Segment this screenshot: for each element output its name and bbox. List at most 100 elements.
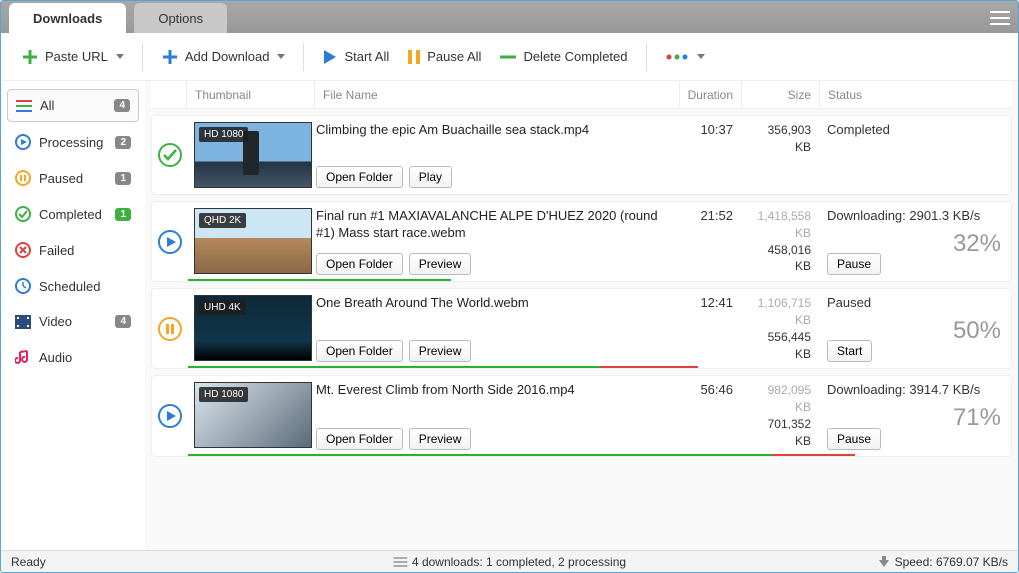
minus-icon: [499, 53, 517, 61]
status-right: Speed: 6769.07 KB/s: [895, 555, 1008, 569]
progress-bar: [188, 366, 1011, 368]
pause-icon: [407, 49, 421, 65]
more-icon: [665, 52, 689, 62]
chevron-down-icon[interactable]: [697, 54, 705, 59]
download-row[interactable]: UHD 4K One Breath Around The World.webm Op…: [151, 288, 1012, 369]
pause-all-label: Pause All: [427, 49, 481, 64]
sidebar-item-label: Video: [39, 314, 72, 329]
start-all-button[interactable]: Start All: [316, 45, 395, 69]
plus-icon: [21, 48, 39, 66]
progress-bar: [188, 454, 1011, 456]
delete-completed-label: Delete Completed: [523, 49, 627, 64]
thumbnail[interactable]: UHD 4K: [194, 295, 312, 361]
quality-badge: UHD 4K: [199, 300, 246, 315]
start-button[interactable]: Start: [827, 340, 872, 362]
column-headers: Thumbnail File Name Duration Size Status: [151, 81, 1012, 109]
chevron-down-icon[interactable]: [116, 54, 124, 59]
download-arrow-icon: [878, 556, 890, 568]
state-icon: [152, 289, 188, 368]
start-all-label: Start All: [344, 49, 389, 64]
header-status[interactable]: Status: [820, 81, 1012, 108]
sidebar-item-processing[interactable]: Processing 2: [7, 126, 139, 158]
download-row[interactable]: QHD 2KFinal run #1 MAXIAVALANCHE ALPE D'…: [151, 201, 1012, 282]
sidebar-item-label: Audio: [39, 350, 72, 365]
size: 1,106,715 KB556,445 KB: [741, 289, 819, 368]
header-duration[interactable]: Duration: [680, 81, 742, 108]
header-size[interactable]: Size: [742, 81, 820, 108]
status: Paused50%Start: [819, 289, 1011, 368]
menu-icon[interactable]: [990, 7, 1010, 29]
preview-button[interactable]: Preview: [409, 428, 472, 450]
plus-icon: [161, 48, 179, 66]
sidebar-item-video[interactable]: Video 4: [7, 306, 139, 337]
pause-button[interactable]: Pause: [827, 253, 881, 275]
status-bar: Ready 4 downloads: 1 completed, 2 proces…: [1, 550, 1018, 572]
chevron-down-icon[interactable]: [277, 54, 285, 59]
sidebar-item-label: All: [40, 98, 54, 113]
filename: One Breath Around The World.webm: [316, 295, 671, 312]
state-icon: [152, 116, 188, 194]
failed-icon: [15, 242, 31, 258]
sidebar-item-label: Failed: [39, 243, 74, 258]
duration: 10:37: [679, 116, 741, 194]
percent: 32%: [953, 230, 1001, 258]
quality-badge: QHD 2K: [199, 213, 246, 228]
thumbnail[interactable]: HD 1080: [194, 382, 312, 448]
more-actions-button[interactable]: [659, 48, 711, 66]
status: Downloading: 3914.7 KB/s 71% Pause: [819, 376, 1011, 455]
audio-icon: [15, 349, 31, 365]
pause-button[interactable]: Pause: [827, 428, 881, 450]
sidebar-item-paused[interactable]: Paused1: [7, 162, 139, 194]
delete-completed-button[interactable]: Delete Completed: [493, 45, 633, 68]
badge: 4: [115, 315, 131, 328]
download-row[interactable]: HD 1080Climbing the epic Am Buachaille s…: [151, 115, 1012, 195]
play-button[interactable]: Play: [409, 166, 452, 188]
open-folder-button[interactable]: Open Folder: [316, 253, 403, 275]
list-icon: [393, 556, 407, 568]
status-text: Downloading: 2901.3 KB/s: [827, 208, 1003, 223]
tab-downloads[interactable]: Downloads: [9, 3, 126, 33]
sidebar-item-label: Completed: [39, 207, 102, 222]
toolbar: Paste URL Add Download Start All Pause A…: [1, 33, 1018, 81]
scheduled-icon: [15, 278, 31, 294]
sidebar-item-scheduled[interactable]: Scheduled: [7, 270, 139, 302]
preview-button[interactable]: Preview: [409, 340, 472, 362]
pause-all-button[interactable]: Pause All: [401, 45, 487, 69]
video-icon: [15, 315, 31, 329]
download-list: Thumbnail File Name Duration Size Status…: [145, 81, 1018, 550]
sidebar-item-failed[interactable]: Failed: [7, 234, 139, 266]
duration: 56:46: [679, 376, 741, 455]
paste-url-label: Paste URL: [45, 49, 108, 64]
state-icon: [152, 202, 188, 281]
header-filename[interactable]: File Name: [315, 81, 680, 108]
add-download-button[interactable]: Add Download: [155, 44, 292, 70]
thumbnail[interactable]: QHD 2K: [194, 208, 312, 274]
open-folder-button[interactable]: Open Folder: [316, 166, 403, 188]
header-thumbnail[interactable]: Thumbnail: [187, 81, 315, 108]
status-mid: 4 downloads: 1 completed, 2 processing: [412, 555, 626, 569]
paste-url-button[interactable]: Paste URL: [15, 44, 130, 70]
open-folder-button[interactable]: Open Folder: [316, 340, 403, 362]
tabs-bar: Downloads Options: [1, 1, 1018, 33]
percent: 50%: [953, 317, 1001, 345]
sidebar-item-all[interactable]: All4: [7, 89, 139, 122]
status: Completed: [819, 116, 1011, 194]
sidebar-item-audio[interactable]: Audio: [7, 341, 139, 373]
sidebar-item-label: Processing: [39, 135, 103, 150]
tab-options[interactable]: Options: [134, 3, 227, 33]
status-text: Downloading: 3914.7 KB/s: [827, 382, 1003, 397]
sidebar-item-label: Paused: [39, 171, 83, 186]
quality-badge: HD 1080: [199, 127, 248, 142]
badge: 2: [115, 136, 131, 149]
sidebar-item-completed[interactable]: Completed 1: [7, 198, 139, 230]
badge: 1: [115, 208, 131, 221]
add-download-label: Add Download: [185, 49, 270, 64]
status: Downloading: 2901.3 KB/s 32% Pause: [819, 202, 1011, 281]
open-folder-button[interactable]: Open Folder: [316, 428, 403, 450]
play-icon: [322, 49, 338, 65]
preview-button[interactable]: Preview: [409, 253, 472, 275]
completed-icon: [15, 206, 31, 222]
download-row[interactable]: HD 1080Mt. Everest Climb from North Side…: [151, 375, 1012, 456]
thumbnail[interactable]: HD 1080: [194, 122, 312, 188]
percent: 71%: [953, 404, 1001, 432]
